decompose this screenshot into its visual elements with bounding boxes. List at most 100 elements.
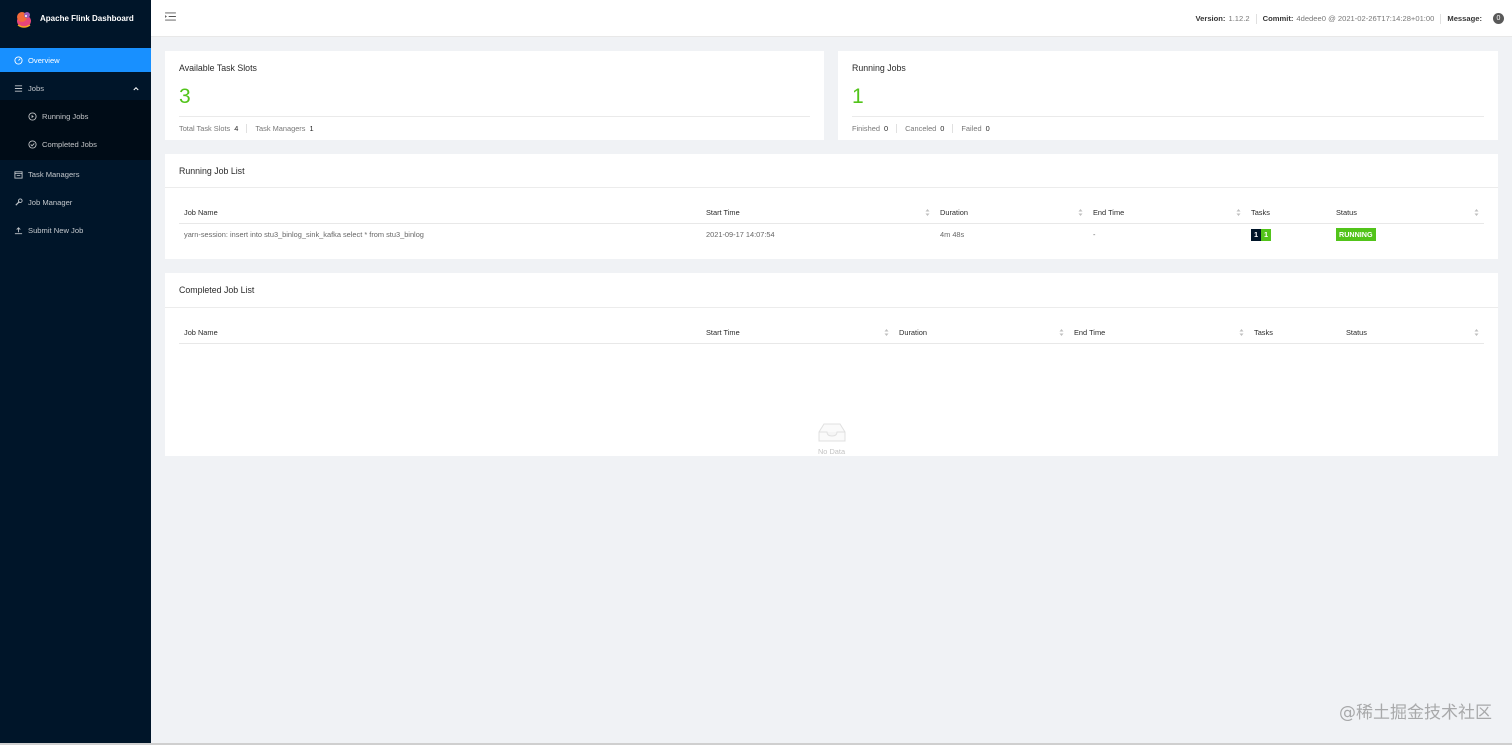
completed-jobs-table: Job Name Start Time Duration End Time Ta…: [179, 322, 1484, 344]
col-label: End Time: [1093, 207, 1125, 217]
dashboard-icon: [14, 55, 23, 65]
sort-icon[interactable]: [925, 208, 930, 217]
top-header: Version: 1.12.2 Commit: 4dedee0 @ 2021-0…: [151, 0, 1512, 37]
tasks-running-badge: 1: [1261, 228, 1271, 241]
col-start-time[interactable]: Start Time: [701, 322, 894, 344]
duration-cell: 4m 48s: [940, 230, 965, 240]
col-job-name: Job Name: [179, 202, 701, 224]
col-label: Start Time: [706, 327, 740, 337]
running-job-list-title: Running Job List: [179, 166, 245, 176]
status-cell: RUNNING: [1331, 223, 1484, 246]
sidebar: Apache Flink Dashboard Overview Jobs Run…: [0, 0, 151, 745]
col-label: Status: [1336, 207, 1357, 217]
col-job-name: Job Name: [179, 322, 701, 344]
task-slots-footer: Total Task Slots 4 Task Managers 1: [179, 124, 314, 133]
end-time-cell: -: [1093, 230, 1096, 240]
inbox-icon: [818, 423, 845, 442]
sort-icon[interactable]: [1239, 328, 1244, 337]
schedule-icon: [14, 170, 23, 179]
sidebar-item-completed-jobs[interactable]: Completed Jobs: [0, 132, 151, 156]
col-label: Start Time: [706, 207, 740, 217]
col-tasks: Tasks: [1246, 202, 1331, 224]
col-label: Duration: [940, 207, 968, 217]
message-count-badge[interactable]: 0: [1493, 13, 1504, 24]
col-tasks: Tasks: [1249, 322, 1341, 344]
message-label: Message:: [1447, 14, 1482, 23]
sidebar-item-label: Task Managers: [28, 169, 80, 179]
task-slots-card: Available Task Slots 3 Total Task Slots …: [165, 51, 824, 140]
available-slots-value: 3: [179, 85, 191, 108]
col-start-time[interactable]: Start Time: [701, 202, 935, 224]
failed-value: 0: [985, 124, 990, 133]
running-jobs-table: Job Name Start Time Duration End Time Ta…: [179, 202, 1484, 246]
col-status[interactable]: Status: [1331, 202, 1484, 224]
build-icon: [14, 197, 23, 207]
canceled-label: Canceled: [905, 124, 937, 133]
sidebar-item-job-manager[interactable]: Job Manager: [0, 190, 151, 214]
col-label: End Time: [1074, 327, 1106, 337]
completed-job-list-title: Completed Job List: [179, 285, 255, 295]
upload-icon: [14, 226, 23, 235]
watermark: @稀土掘金技术社区: [1339, 703, 1492, 723]
col-label: Status: [1346, 327, 1367, 337]
menu-fold-icon[interactable]: [165, 12, 177, 22]
col-end-time[interactable]: End Time: [1088, 202, 1246, 224]
task-managers-value: 1: [309, 124, 314, 133]
play-circle-icon: [28, 111, 37, 121]
flink-logo-icon: [17, 11, 31, 28]
header-info: Version: 1.12.2 Commit: 4dedee0 @ 2021-0…: [1196, 13, 1504, 24]
sort-icon[interactable]: [1236, 208, 1241, 217]
col-duration[interactable]: Duration: [894, 322, 1069, 344]
app-title: Apache Flink Dashboard: [40, 14, 134, 23]
sort-icon[interactable]: [884, 328, 889, 337]
sidebar-item-submit-new-job[interactable]: Submit New Job: [0, 218, 151, 242]
sort-icon[interactable]: [1059, 328, 1064, 337]
running-job-list-card: Running Job List Job Name Start Time Dur…: [165, 154, 1498, 259]
tasks-cell: 1 1: [1246, 223, 1331, 246]
table-row[interactable]: yarn-session: insert into stu3_binlog_si…: [179, 223, 1484, 246]
running-jobs-card: Running Jobs 1 Finished 0 Canceled 0 Fai…: [838, 51, 1498, 140]
finished-label: Finished: [852, 124, 880, 133]
sort-icon[interactable]: [1474, 208, 1479, 217]
commit-label: Commit:: [1262, 14, 1294, 23]
sidebar-item-label: Job Manager: [28, 197, 73, 207]
version-value: 1.12.2: [1228, 14, 1250, 23]
logo[interactable]: Apache Flink Dashboard: [0, 0, 151, 37]
empty-text: No Data: [817, 447, 846, 456]
sidebar-item-label: Completed Jobs: [42, 139, 97, 149]
sort-icon[interactable]: [1474, 328, 1479, 337]
total-slots-label: Total Task Slots: [179, 124, 231, 133]
bars-icon: [14, 84, 23, 93]
finished-value: 0: [883, 124, 889, 133]
table-header-row: Job Name Start Time Duration End Time Ta…: [179, 202, 1484, 224]
running-jobs-value: 1: [852, 85, 864, 108]
task-managers-label: Task Managers: [255, 124, 306, 133]
col-status[interactable]: Status: [1341, 322, 1484, 344]
sidebar-item-jobs[interactable]: Jobs: [0, 76, 151, 100]
sidebar-item-label: Jobs: [28, 83, 45, 93]
completed-job-list-card: Completed Job List Job Name Start Time D…: [165, 273, 1498, 456]
col-label: Duration: [899, 327, 927, 337]
col-duration[interactable]: Duration: [935, 202, 1088, 224]
commit-value: 4dedee0 @ 2021-02-26T17:14:28+01:00: [1296, 14, 1435, 23]
col-end-time[interactable]: End Time: [1069, 322, 1249, 344]
sidebar-item-overview[interactable]: Overview: [0, 48, 151, 72]
sidebar-item-label: Submit New Job: [28, 225, 84, 235]
sidebar-item-task-managers[interactable]: Task Managers: [0, 162, 151, 186]
status-badge: RUNNING: [1336, 228, 1376, 242]
sort-icon[interactable]: [1078, 208, 1083, 217]
sidebar-item-running-jobs[interactable]: Running Jobs: [0, 104, 151, 128]
task-slots-title: Available Task Slots: [179, 63, 257, 73]
running-jobs-footer: Finished 0 Canceled 0 Failed 0: [852, 124, 990, 133]
running-jobs-title: Running Jobs: [852, 63, 906, 73]
start-time-cell: 2021-09-17 14:07:54: [706, 230, 775, 240]
tasks-total-badge: 1: [1251, 228, 1261, 241]
sidebar-item-label: Running Jobs: [42, 111, 89, 121]
sidebar-item-label: Overview: [28, 55, 60, 65]
empty-state: No Data: [165, 421, 1498, 456]
total-slots-value: 4: [234, 124, 239, 133]
failed-label: Failed: [961, 124, 982, 133]
job-name-cell[interactable]: yarn-session: insert into stu3_binlog_si…: [179, 223, 701, 246]
table-header-row: Job Name Start Time Duration End Time Ta…: [179, 322, 1484, 344]
chevron-up-icon: [133, 84, 139, 93]
